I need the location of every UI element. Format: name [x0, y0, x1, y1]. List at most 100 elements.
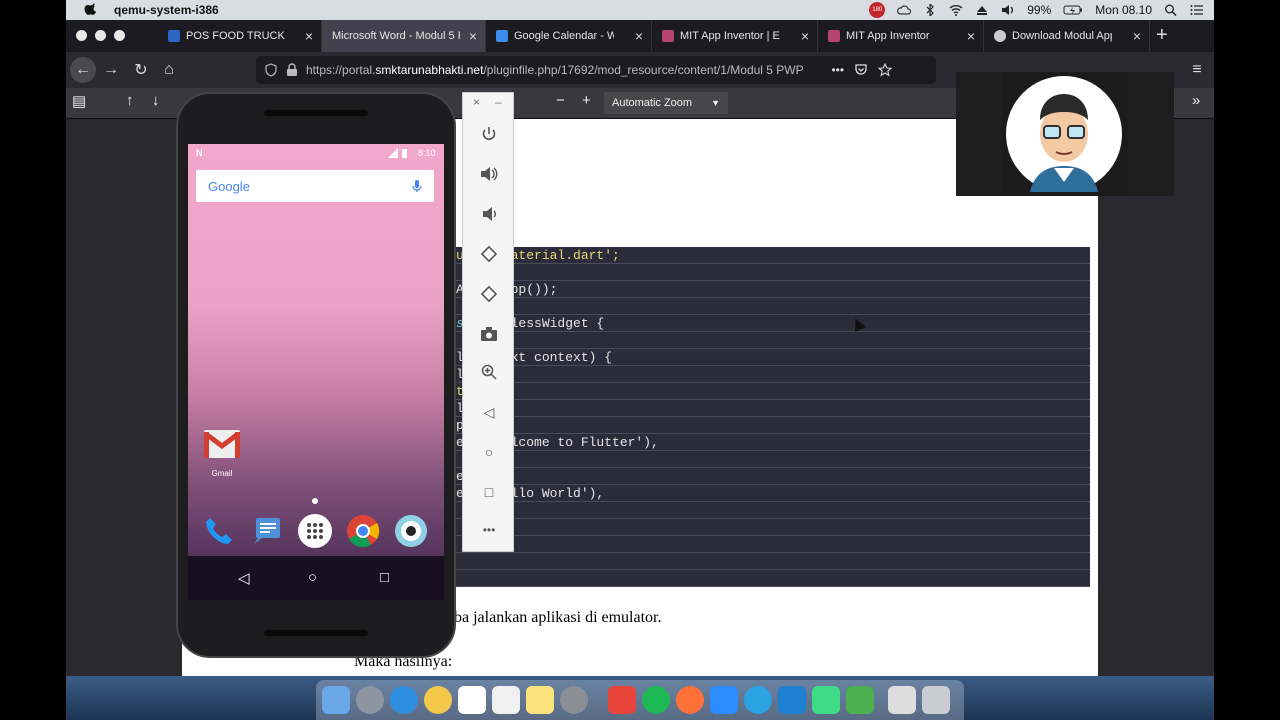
screenshot-camera-icon[interactable] [463, 319, 515, 349]
home-button[interactable]: ⌂ [156, 57, 182, 83]
new-tab-icon[interactable]: + [1156, 24, 1168, 47]
sourcetree-icon[interactable] [846, 686, 874, 714]
address-bar[interactable]: https://portal. smktarunabhakti.net/plugi… [256, 56, 936, 84]
code-line [452, 553, 1090, 570]
hamburger-menu-icon[interactable]: ≡ [1184, 57, 1210, 83]
rotate-right-icon[interactable] [463, 279, 515, 309]
bookmark-star-icon[interactable] [878, 63, 893, 77]
page-actions-icon[interactable]: ••• [831, 63, 844, 77]
notification-badge[interactable]: 180 [869, 2, 886, 18]
tab-mit-app-inventor[interactable]: MIT App Inventor × [818, 20, 984, 52]
close-tab-icon[interactable]: × [305, 28, 313, 44]
back-icon[interactable]: ◁ [463, 397, 515, 427]
volume-up-icon[interactable] [463, 159, 515, 189]
reminders-icon[interactable] [492, 686, 520, 714]
chevron-down-icon: ▼ [711, 98, 720, 108]
reload-button[interactable]: ↻ [128, 57, 154, 83]
zoom-select[interactable]: Automatic Zoom ▼ [604, 92, 728, 114]
zoom-window-button[interactable] [114, 30, 125, 41]
spotify-icon[interactable] [642, 686, 670, 714]
gmail-app[interactable]: Gmail [202, 430, 242, 480]
system-preferences-icon[interactable] [560, 686, 588, 714]
tab-google-calendar[interactable]: Google Calendar - Wee × [486, 20, 652, 52]
tab-download-modul[interactable]: Download Modul App I × [984, 20, 1150, 52]
android-home-icon[interactable]: ○ [308, 569, 317, 586]
android-home-screen[interactable]: N 8:10 Google Gmail ◁ ○ □ [188, 144, 444, 600]
emulator-control-panel: × – ◁ ○ □ ••• [462, 92, 514, 552]
photos-icon[interactable] [424, 686, 452, 714]
close-tab-icon[interactable]: × [635, 28, 643, 44]
google-search-bar[interactable]: Google [196, 170, 434, 202]
lock-icon[interactable] [286, 63, 298, 77]
panel-close-button[interactable]: × [473, 95, 480, 109]
menubar-clock[interactable]: Mon 08.10 [1095, 3, 1152, 17]
forward-button[interactable]: → [98, 57, 124, 83]
zoom-out-icon[interactable]: − [556, 92, 565, 109]
camera-app-icon[interactable] [394, 514, 428, 548]
finder-icon[interactable] [322, 686, 350, 714]
code-block: utter/material.dart'; App(MyApp()); s Stat… [452, 247, 1090, 587]
next-page-icon[interactable]: ↓ [152, 92, 160, 109]
firefox-icon[interactable] [676, 686, 704, 714]
microphone-icon[interactable] [412, 179, 422, 193]
tab-microsoft-word[interactable]: Microsoft Word - Modul 5 P × [322, 20, 486, 52]
shield-icon[interactable] [264, 63, 278, 77]
previous-page-icon[interactable]: ↑ [126, 92, 134, 109]
tab-mit-app-inventor-explore[interactable]: MIT App Inventor | Expl × [652, 20, 818, 52]
apple-icon[interactable] [84, 3, 98, 17]
eject-icon[interactable] [975, 4, 989, 16]
trash-icon[interactable] [922, 686, 950, 714]
mac-menubar: qemu-system-i386 180 99% Mon 08.10 [66, 0, 1214, 20]
close-tab-icon[interactable]: × [967, 28, 975, 44]
messages-app-icon[interactable] [250, 514, 284, 548]
sidebar-toggle-icon[interactable]: ▤ [72, 92, 86, 110]
minimize-window-button[interactable] [95, 30, 106, 41]
phone-app-icon[interactable] [202, 514, 236, 548]
documents-stack-icon[interactable] [888, 686, 916, 714]
spotlight-search-icon[interactable] [1164, 4, 1178, 16]
android-recents-icon[interactable]: □ [380, 569, 389, 586]
battery-percent[interactable]: 99% [1027, 3, 1051, 17]
app-drawer-icon[interactable] [298, 514, 332, 548]
close-tab-icon[interactable]: × [469, 28, 477, 44]
vscode-icon[interactable] [778, 686, 806, 714]
overview-icon[interactable]: □ [463, 477, 515, 507]
tools-chevron-icon[interactable]: » [1192, 92, 1200, 109]
tab-pos-food-truck[interactable]: POS FOOD TRUCK STA × [158, 20, 322, 52]
home-icon[interactable]: ○ [463, 437, 515, 467]
zoom-in-icon[interactable]: + [582, 92, 591, 109]
close-tab-icon[interactable]: × [1133, 28, 1141, 44]
android-back-icon[interactable]: ◁ [238, 569, 250, 587]
bottom-speaker [264, 630, 368, 636]
android-studio-icon[interactable] [812, 686, 840, 714]
back-button[interactable]: ← [70, 57, 96, 83]
calendar-icon[interactable] [458, 686, 486, 714]
chrome-app-icon[interactable] [346, 514, 380, 548]
battery-icon[interactable] [1063, 4, 1083, 16]
notification-center-icon[interactable] [1190, 4, 1204, 16]
pocket-icon[interactable] [854, 63, 868, 77]
cloud-icon[interactable] [897, 4, 912, 16]
code-line [452, 502, 1090, 519]
notes-icon[interactable] [526, 686, 554, 714]
rotate-left-icon[interactable] [463, 239, 515, 269]
browser-tab-bar: POS FOOD TRUCK STA × Microsoft Word - Mo… [66, 20, 1214, 52]
bluetooth-icon[interactable] [923, 4, 937, 16]
android-emulator-device: N 8:10 Google Gmail ◁ ○ □ [176, 92, 456, 658]
active-app-name[interactable]: qemu-system-i386 [114, 3, 219, 17]
zoom-icon[interactable] [463, 357, 515, 387]
launchpad-icon[interactable] [356, 686, 384, 714]
wifi-icon[interactable] [949, 4, 963, 16]
more-options-icon[interactable]: ••• [463, 515, 515, 545]
anydesk-icon[interactable] [608, 686, 636, 714]
panel-minimize-button[interactable]: – [495, 95, 502, 109]
safari-icon[interactable] [390, 686, 418, 714]
telegram-icon[interactable] [744, 686, 772, 714]
power-icon[interactable] [463, 119, 515, 149]
volume-down-icon[interactable] [463, 199, 515, 229]
code-line [452, 519, 1090, 536]
close-tab-icon[interactable]: × [801, 28, 809, 44]
zoom-app-icon[interactable] [710, 686, 738, 714]
close-window-button[interactable] [76, 30, 87, 41]
volume-icon[interactable] [1001, 4, 1015, 16]
